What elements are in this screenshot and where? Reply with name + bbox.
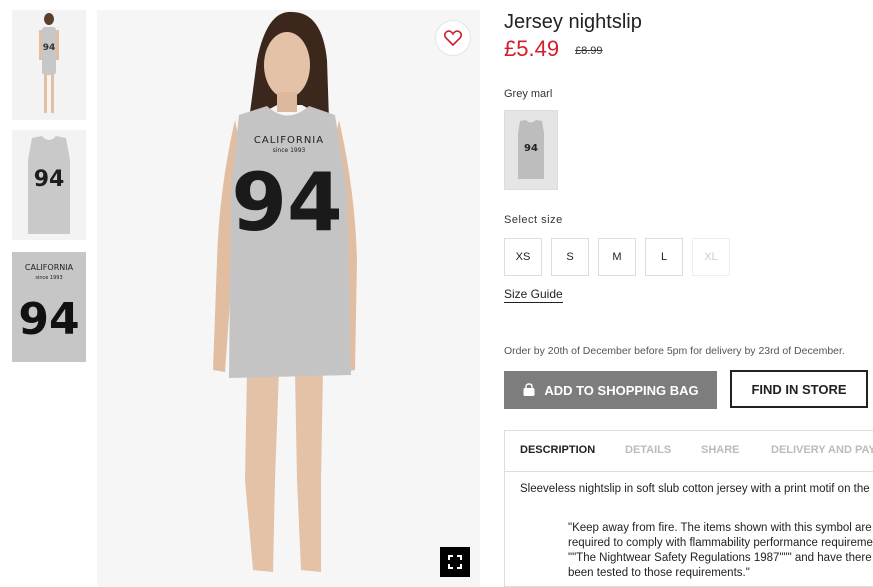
thumbnail-model[interactable]: 94 — [12, 10, 86, 120]
flammability-notice: "Keep away from fire. The items shown wi… — [568, 521, 873, 581]
notice-line: "Keep away from fire. The items shown wi… — [568, 522, 872, 534]
tab-delivery-and-payment[interactable]: DELIVERY AND PAYMENT — [771, 444, 873, 456]
thumbnail-detail-since: since 1993 — [35, 275, 62, 281]
tab-bar: DESCRIPTION DETAILS SHARE DELIVERY AND P… — [505, 431, 873, 472]
product-old-price: £8.99 — [575, 45, 603, 57]
fullscreen-icon — [448, 555, 462, 569]
size-guide-link[interactable]: Size Guide — [504, 287, 563, 303]
color-label: Grey marl — [504, 88, 553, 100]
main-product-image[interactable]: CALIFORNIA since 1993 94 — [97, 10, 480, 587]
tab-description[interactable]: DESCRIPTION — [520, 444, 595, 456]
product-price: £5.49 — [504, 36, 560, 61]
select-size-label: Select size — [504, 214, 563, 226]
heart-icon — [444, 30, 462, 46]
dress-print-since: since 1993 — [273, 147, 306, 154]
color-swatch-grey-marl[interactable]: 94 — [504, 110, 558, 190]
add-to-bag-label: ADD TO SHOPPING BAG — [544, 382, 699, 398]
thumbnail-detail-brand: CALIFORNIA — [25, 263, 74, 272]
thumbnail-front-number: 94 — [34, 167, 65, 192]
size-xl-button: XL — [692, 238, 730, 276]
description-text: Sleeveless nightslip in soft slub cotton… — [520, 483, 873, 495]
notice-line: ""The Nightwear Safety Regulations 1987"… — [568, 552, 872, 564]
thumbnail-detail-number: 94 — [18, 294, 79, 345]
thumbnail-number: 94 — [43, 43, 56, 53]
tab-share[interactable]: SHARE — [701, 444, 740, 456]
thumbnail-detail-image: CALIFORNIA since 1993 94 — [12, 252, 86, 362]
size-xs-button[interactable]: XS — [504, 238, 542, 276]
fullscreen-button[interactable] — [440, 547, 470, 577]
find-in-store-button[interactable]: FIND IN STORE — [730, 370, 868, 408]
notice-line: been tested to those requirements." — [568, 567, 750, 579]
tab-details[interactable]: DETAILS — [625, 444, 671, 456]
notice-line: required to comply with flammability per… — [568, 537, 873, 549]
delivery-note: Order by 20th of December before 5pm for… — [504, 345, 845, 357]
size-m-button[interactable]: M — [598, 238, 636, 276]
favorite-button[interactable] — [435, 20, 471, 56]
shopping-bag-icon — [523, 383, 535, 396]
main-product-photo: CALIFORNIA since 1993 94 — [97, 10, 480, 587]
thumbnail-front-image: 94 — [12, 130, 86, 240]
size-l-button[interactable]: L — [645, 238, 683, 276]
size-s-button[interactable]: S — [551, 238, 589, 276]
dress-print-text: CALIFORNIA — [254, 135, 324, 146]
product-title: Jersey nightslip — [504, 11, 642, 33]
product-info-tabs: DESCRIPTION DETAILS SHARE DELIVERY AND P… — [504, 430, 873, 587]
dress-print-number: 94 — [231, 156, 342, 249]
swatch-number: 94 — [524, 143, 538, 154]
thumbnail-front[interactable]: 94 — [12, 130, 86, 240]
add-to-bag-button[interactable]: ADD TO SHOPPING BAG — [504, 371, 717, 409]
swatch-image: 94 — [505, 111, 557, 189]
thumbnail-detail[interactable]: CALIFORNIA since 1993 94 — [12, 252, 86, 362]
thumbnail-model-image: 94 — [12, 10, 86, 120]
